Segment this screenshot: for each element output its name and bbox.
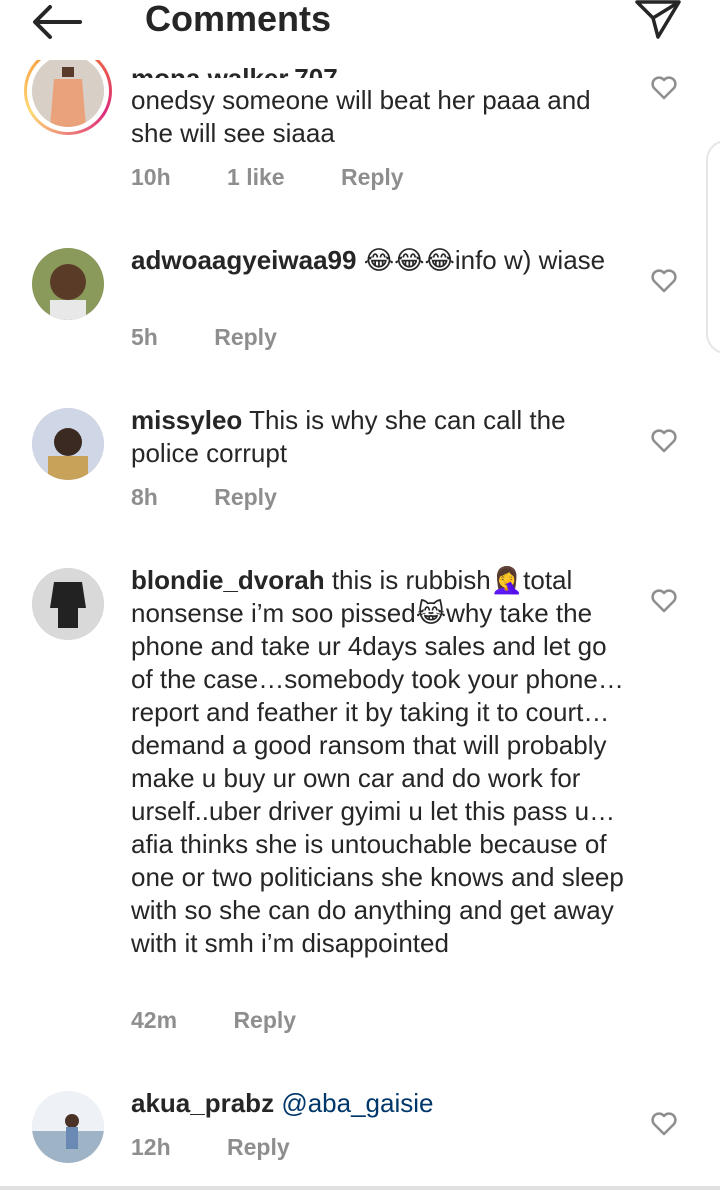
reply-button[interactable]: Reply — [341, 164, 404, 190]
heart-outline-icon[interactable] — [650, 267, 678, 293]
avatar[interactable] — [32, 568, 104, 640]
comment-meta: 5h Reply — [131, 324, 327, 351]
page-title: Comments — [145, 0, 332, 39]
comment-time: 10h — [131, 164, 171, 190]
comment-meta: 42m Reply — [131, 1007, 346, 1034]
comment-username[interactable]: blondie_dvorah — [131, 565, 325, 595]
comment-text: missyleo This is why she can call the po… — [131, 404, 631, 470]
comment-time: 12h — [131, 1134, 171, 1160]
reply-button[interactable]: Reply — [233, 1007, 296, 1033]
paper-plane-icon[interactable] — [634, 0, 682, 40]
avatar[interactable] — [32, 248, 104, 320]
comment-text: akua_prabz @aba_gaisie — [131, 1087, 631, 1120]
avatar[interactable] — [32, 1091, 104, 1163]
divider — [0, 1186, 720, 1190]
comment-username[interactable]: missyleo — [131, 405, 242, 435]
side-panel-handle[interactable] — [706, 140, 720, 354]
comment-text: adwoaagyeiwaa99 😂😂😂info w) wiase — [131, 244, 631, 277]
reply-button[interactable]: Reply — [214, 324, 277, 350]
comment-meta: 8h Reply — [131, 484, 327, 511]
comment-username[interactable]: adwoaagyeiwaa99 — [131, 245, 356, 275]
story-ring[interactable] — [24, 47, 112, 135]
comment-time: 5h — [131, 324, 158, 350]
comment-likes[interactable]: 1 like — [227, 164, 285, 190]
comment-username[interactable]: akua_prabz — [131, 1088, 274, 1118]
comment-meta: 12h Reply — [131, 1134, 340, 1161]
heart-outline-icon[interactable] — [650, 587, 678, 613]
avatar[interactable] — [32, 408, 104, 480]
comment-time: 42m — [131, 1007, 178, 1033]
comment-time: 8h — [131, 484, 158, 510]
comment-text: onedsy someone will beat her paaa and sh… — [131, 85, 591, 148]
comment-meta: 10h 1 like Reply — [131, 164, 454, 191]
heart-outline-icon[interactable] — [650, 1110, 678, 1136]
avatar[interactable] — [32, 55, 104, 127]
heart-outline-icon[interactable] — [650, 427, 678, 453]
header-bar: Comments — [0, 0, 720, 60]
comment-body: this is rubbish🤦‍♀️total nonsense i’m so… — [131, 565, 624, 958]
mention-link[interactable]: @aba_gaisie — [281, 1088, 433, 1118]
comment-text: blondie_dvorah this is rubbish🤦‍♀️total … — [131, 564, 631, 960]
arrow-left-icon[interactable] — [30, 4, 82, 40]
comment-username[interactable]: mona.walker.707 — [131, 58, 338, 78]
reply-button[interactable]: Reply — [214, 484, 277, 510]
reply-button[interactable]: Reply — [227, 1134, 290, 1160]
heart-outline-icon[interactable] — [650, 74, 678, 100]
comment-body: 😂😂😂info w) wiase — [363, 245, 606, 275]
